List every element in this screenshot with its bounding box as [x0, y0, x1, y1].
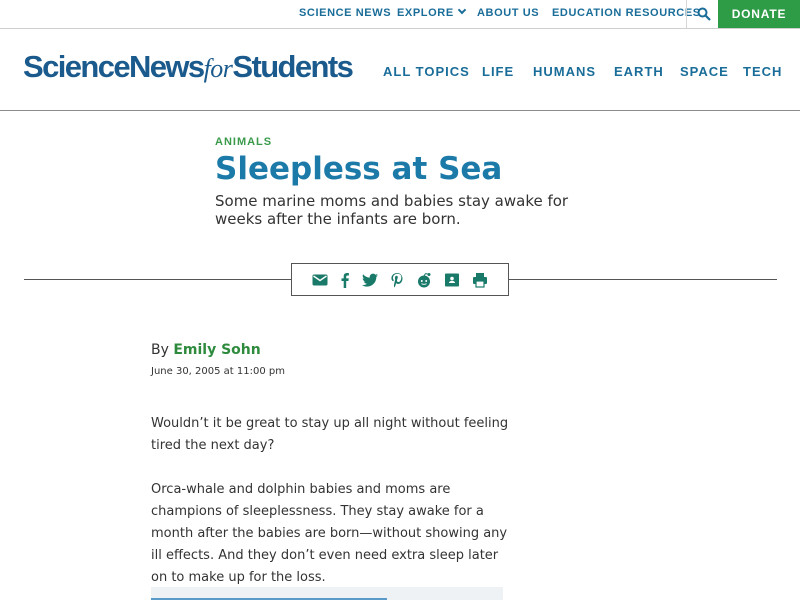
article-category[interactable]: ANIMALS — [215, 136, 272, 148]
article-title: Sleepless at Sea — [215, 151, 503, 187]
logo-students: Students — [232, 49, 353, 84]
share-bar — [291, 263, 509, 296]
logo-science-news: ScienceNews — [23, 49, 205, 84]
explore-dropdown[interactable]: EXPLORE — [397, 5, 467, 19]
reddit-icon[interactable] — [416, 272, 432, 288]
nav-space[interactable]: SPACE — [680, 64, 729, 79]
pinterest-icon[interactable] — [389, 272, 405, 288]
site-header: ScienceNewsforStudents ALL TOPICS LIFE H… — [0, 28, 800, 111]
article-image — [151, 587, 503, 600]
search-icon — [697, 7, 711, 21]
facebook-icon[interactable] — [337, 272, 353, 288]
byline: By Emily Sohn — [151, 342, 261, 358]
explore-label: EXPLORE — [397, 7, 454, 19]
byline-prefix: By — [151, 342, 169, 358]
utility-bar: SCIENCE NEWS EXPLORE ABOUT US EDUCATION … — [0, 0, 800, 28]
nav-tech[interactable]: TECH — [743, 64, 782, 79]
nav-earth[interactable]: EARTH — [614, 64, 664, 79]
logo-for: for — [203, 54, 233, 83]
paragraph: Wouldn’t it be great to stay up all nigh… — [151, 416, 509, 453]
about-us-link[interactable]: ABOUT US — [477, 7, 539, 19]
paragraph: Orca-whale and dolphin babies and moms a… — [151, 482, 508, 585]
print-icon[interactable] — [472, 272, 488, 288]
education-resources-link[interactable]: EDUCATION RESOURCES — [552, 7, 701, 19]
author-link[interactable]: Emily Sohn — [173, 342, 260, 358]
chevron-down-icon — [457, 5, 467, 15]
nav-humans[interactable]: HUMANS — [533, 64, 596, 79]
search-button[interactable] — [686, 0, 718, 28]
email-icon[interactable] — [312, 272, 328, 288]
site-logo[interactable]: ScienceNewsforStudents — [23, 49, 354, 85]
publish-date: June 30, 2005 at 11:00 pm — [151, 366, 285, 377]
google-classroom-icon[interactable] — [444, 272, 460, 288]
nav-life[interactable]: LIFE — [482, 64, 514, 79]
twitter-icon[interactable] — [362, 272, 378, 288]
nav-all-topics[interactable]: ALL TOPICS — [383, 64, 470, 79]
article-dek: Some marine moms and babies stay awake f… — [215, 192, 569, 228]
science-news-link[interactable]: SCIENCE NEWS — [299, 7, 391, 19]
donate-button[interactable]: DONATE — [718, 0, 800, 28]
